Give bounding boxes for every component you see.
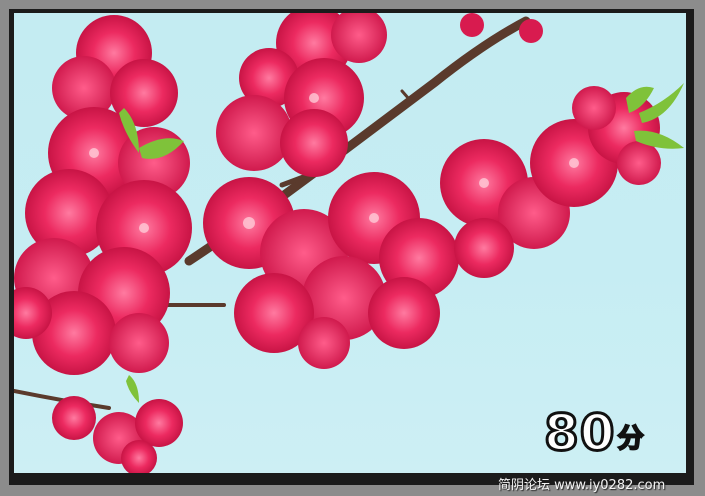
blossom-cluster-center: [203, 172, 459, 369]
watermark-text: 简阴论坛 www.iy0282.com: [498, 478, 666, 493]
blossom-cluster-left: [14, 15, 192, 375]
blossom-cluster-bottom: [52, 396, 183, 473]
score-unit: 分: [617, 423, 645, 455]
blossom-cluster-right: [440, 86, 661, 278]
blossom-cluster-top: [216, 13, 387, 177]
score-value: 80: [543, 404, 617, 462]
photo: 80 分: [14, 13, 686, 473]
score-badge: 80 分: [543, 404, 645, 462]
